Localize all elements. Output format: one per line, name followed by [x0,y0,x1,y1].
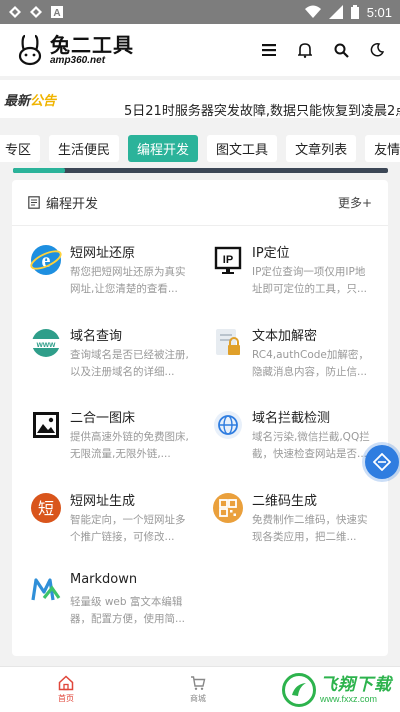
app-icon: A [51,6,63,19]
home-icon [58,675,74,691]
battery-icon [350,5,359,19]
document-icon [28,196,40,209]
tool-item-short-url-restore[interactable]: e 短网址还原 帮您把短网址还原为真实网址,让您清楚的查看... [30,242,200,312]
logo-domain: amp360.net [50,54,106,66]
tab-articles[interactable]: 文章列表 [286,134,357,162]
status-bar: A 5:01 [0,0,400,24]
tool-item-domain-query[interactable]: www 域名查询 查询域名是否已经被注册,以及注册域名的详细... [30,325,200,395]
notification-button[interactable] [296,41,314,59]
svg-text:www: www [36,340,56,349]
section-header: 编程开发 更多+ [12,180,388,226]
image-icon [33,412,59,438]
notification-icon [30,6,42,18]
floating-action-button[interactable] [365,445,399,479]
tab-zone[interactable]: 专区 [0,134,41,162]
app-header: 兔二工具 amp360.net [0,24,400,76]
tool-item-text-encrypt[interactable]: 文本加解密 RC4,authCode加解密，隐藏消息内容，防止信... [212,325,382,395]
watermark-title: 飞翔下载 [320,674,392,695]
menu-icon [262,44,276,56]
tool-desc: 免费制作二维码，快速实现各类应用，把二维... [252,514,368,543]
www-globe-icon: www [32,329,60,357]
ie-browser-icon: e [30,245,62,275]
tool-desc: 查询域名是否已经被注册,以及注册域名的详细... [70,349,189,378]
tool-desc: 智能定向，一个短网址多个推广链接，可修改... [70,514,186,543]
bell-icon [298,43,312,58]
tool-section-card: 编程开发 更多+ e 短网址还原 帮您把短网址还原为真实网址,让您清楚的查看..… [12,180,388,656]
section-title: 编程开发 [46,197,99,212]
watermark-url: www.fxxz.com [320,693,378,704]
nav-home[interactable]: 首页 [0,667,132,712]
site-watermark: 飞翔下载 www.fxxz.com [282,670,396,710]
tool-item-domain-block-check[interactable]: 域名拦截检测 域名污染,微信拦截,QQ拦截，快速检查网站是否... [212,407,382,477]
tool-title: 文本加解密 [252,329,318,344]
tab-programming[interactable]: 编程开发 [128,134,199,162]
category-tabs: 专区 生活便民 编程开发 图文工具 文章列表 友情链 [0,130,400,166]
svg-text:A: A [53,8,60,19]
markdown-icon [31,578,61,601]
moon-icon [370,43,384,57]
logo-title: 兔二工具 [50,32,134,57]
cart-icon [191,676,206,690]
watermark-logo-icon [282,673,316,707]
tool-title: 域名拦截检测 [252,411,331,426]
announcement-bar[interactable]: 最新公告 5日21时服务器突发故障,数据只能恢复到凌晨2点， [0,80,400,118]
ip-monitor-icon: IP [214,246,242,274]
tool-desc: IP定位查询一项仅用IP地址即可定位的工具，只... [252,266,368,295]
tool-title: 二维码生成 [252,494,318,509]
qrcode-icon [213,493,243,523]
svg-text:短: 短 [38,499,54,518]
tool-desc: 帮您把短网址还原为真实网址,让您清楚的查看... [70,266,186,295]
menu-button[interactable] [260,41,278,59]
diamond-icon [373,453,391,471]
tool-title: 域名查询 [70,329,123,344]
tool-item-image-host[interactable]: 二合一图床 提供高速外链的免费图床,无限流量,无限外链,... [30,407,200,477]
tool-desc: RC4,authCode加解密，隐藏消息内容，防止信... [252,349,369,378]
short-badge-icon: 短 [31,493,61,523]
tabs-scrollbar[interactable] [13,168,388,173]
signal-icon [328,5,343,19]
tab-image-text[interactable]: 图文工具 [207,134,278,162]
tool-title: 短网址生成 [70,494,136,509]
tool-desc: 提供高速外链的免费图床,无限流量,无限外链,... [70,431,189,460]
site-logo[interactable]: 兔二工具 amp360.net [16,34,134,66]
rabbit-logo-icon [18,34,42,66]
globe-icon [214,411,242,439]
nav-shop-label: 商城 [190,694,206,703]
nav-home-label: 首页 [58,694,74,703]
wifi-icon [304,5,321,18]
tool-desc: 轻量级 web 富文本编辑器，配置方便，使用简... [70,596,186,625]
tab-friend-links[interactable]: 友情链 [365,134,400,162]
tool-title: IP定位 [252,246,290,261]
status-time: 5:01 [366,4,392,20]
tool-title: 短网址还原 [70,246,136,261]
search-button[interactable] [332,41,350,59]
search-icon [334,43,349,58]
tool-item-markdown[interactable]: Markdown 轻量级 web 富文本编辑器，配置方便，使用简... [30,572,200,642]
announcement-label: 最新公告 [4,93,57,109]
tool-title: Markdown [70,572,138,587]
document-lock-icon [216,329,240,355]
tool-item-short-url-create[interactable]: 短 短网址生成 智能定向，一个短网址多个推广链接，可修改... [30,490,200,560]
tool-desc: 域名污染,微信拦截,QQ拦截，快速检查网站是否... [252,431,370,460]
dark-mode-button[interactable] [368,41,386,59]
tool-title: 二合一图床 [70,411,136,426]
nav-shop[interactable]: 商城 [132,667,264,712]
tab-life[interactable]: 生活便民 [49,134,120,162]
svg-text:IP: IP [223,254,233,266]
tool-item-qrcode-create[interactable]: 二维码生成 免费制作二维码，快速实现各类应用，把二维... [212,490,382,560]
notification-icon [9,6,21,18]
more-link[interactable]: 更多+ [338,194,372,211]
scrollbar-thumb[interactable] [13,168,65,173]
announcement-text: 5日21时服务器突发故障,数据只能恢复到凌晨2点， [124,104,400,118]
tool-item-ip-location[interactable]: IP IP定位 IP定位查询一项仅用IP地址即可定位的工具，只... [212,242,382,312]
